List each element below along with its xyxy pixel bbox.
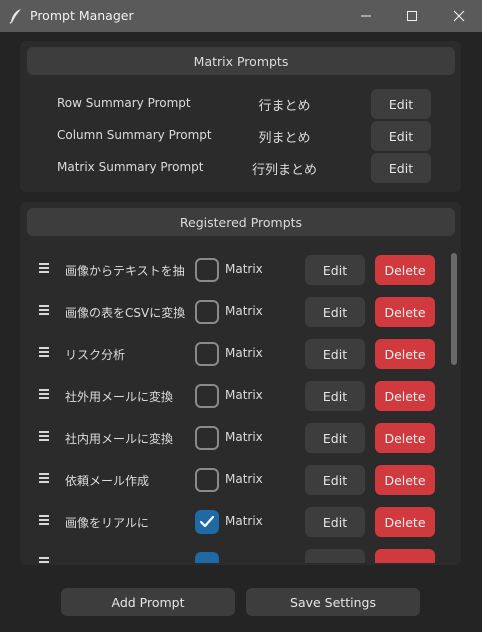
registered-prompts-header: Registered Prompts [27, 208, 455, 236]
drag-handle-icon[interactable] [39, 471, 51, 489]
add-prompt-button[interactable]: Add Prompt [61, 588, 235, 616]
delete-button[interactable]: Delete [375, 255, 435, 285]
minimize-button[interactable] [343, 0, 389, 32]
matrix-checkbox-label[interactable]: Matrix [225, 472, 263, 486]
list-item: 依頼メール作成 Matrix Edit Delete [20, 465, 461, 495]
matrix-checkbox[interactable] [195, 258, 219, 282]
delete-button[interactable]: Delete [375, 507, 435, 537]
matrix-prompts-header: Matrix Prompts [27, 47, 455, 75]
matrix-checkbox-label[interactable]: Matrix [225, 388, 263, 402]
drag-handle-icon[interactable] [39, 387, 51, 405]
matrix-summary-label: Matrix Summary Prompt [57, 160, 204, 174]
edit-button[interactable]: Edit [305, 507, 365, 537]
delete-button[interactable]: Delete [375, 297, 435, 327]
drag-handle-icon[interactable] [39, 555, 51, 563]
matrix-checkbox[interactable] [195, 300, 219, 324]
prompt-name: 画像からテキストを抽 [65, 264, 185, 278]
row-summary-edit-button[interactable]: Edit [371, 89, 431, 119]
prompt-name: 画像をリアルに [65, 516, 149, 530]
drag-handle-icon[interactable] [39, 345, 51, 363]
list-scrollbar[interactable] [451, 253, 457, 365]
matrix-prompts-panel: Matrix Prompts Row Summary Prompt 行まとめ E… [20, 41, 461, 192]
close-button[interactable] [436, 0, 482, 32]
title-bar: Prompt Manager [0, 0, 482, 32]
column-summary-edit-button[interactable]: Edit [371, 121, 431, 151]
matrix-checkbox[interactable] [195, 510, 219, 534]
matrix-row-row-summary: Row Summary Prompt 行まとめ Edit [20, 89, 461, 119]
matrix-summary-value: 行列まとめ [251, 163, 317, 178]
registered-prompts-panel: Registered Prompts 画像からテキストを抽 Matrix Edi… [20, 202, 461, 565]
prompt-name: リスク分析 [65, 348, 126, 362]
matrix-checkbox[interactable] [195, 426, 219, 450]
checkmark-icon [199, 515, 215, 528]
delete-button[interactable]: Delete [375, 465, 435, 495]
column-summary-value: 列まとめ [258, 131, 311, 146]
list-item: リスク分析 Matrix Edit Delete [20, 339, 461, 369]
edit-button[interactable]: Edit [305, 339, 365, 369]
list-item: 社内用メールに変換 Matrix Edit Delete [20, 423, 461, 453]
delete-button[interactable]: Delete [375, 339, 435, 369]
matrix-row-column-summary: Column Summary Prompt 列まとめ Edit [20, 121, 461, 151]
matrix-checkbox-label[interactable]: Matrix [225, 346, 263, 360]
window-title: Prompt Manager [30, 8, 134, 23]
delete-button[interactable] [375, 549, 435, 563]
maximize-icon [407, 11, 417, 21]
prompt-name: 依頼メール作成 [65, 474, 150, 488]
feather-quill-icon [9, 8, 23, 24]
list-item [20, 549, 461, 563]
close-icon [453, 10, 465, 22]
edit-button[interactable]: Edit [305, 465, 365, 495]
edit-button[interactable]: Edit [305, 423, 365, 453]
prompt-name: 社外用メールに変換 [65, 390, 174, 404]
list-item: 画像の表をCSVに変換 Matrix Edit Delete [20, 297, 461, 327]
minimize-icon [361, 15, 371, 17]
matrix-checkbox-label[interactable]: Matrix [225, 514, 263, 528]
matrix-checkbox-label[interactable]: Matrix [225, 430, 263, 444]
matrix-checkbox[interactable] [195, 384, 219, 408]
delete-button[interactable]: Delete [375, 381, 435, 411]
maximize-button[interactable] [389, 0, 435, 32]
prompt-list: 画像からテキストを抽 Matrix Edit Delete 画像の表をCSVに変… [20, 246, 461, 563]
delete-button[interactable]: Delete [375, 423, 435, 453]
matrix-checkbox-label[interactable]: Matrix [225, 304, 263, 318]
list-item: 画像をリアルに Matrix Edit Delete [20, 507, 461, 537]
drag-handle-icon[interactable] [39, 429, 51, 447]
edit-button[interactable]: Edit [305, 255, 365, 285]
matrix-checkbox[interactable] [195, 342, 219, 366]
edit-button[interactable]: Edit [305, 297, 365, 327]
edit-button[interactable] [305, 549, 365, 563]
row-summary-label: Row Summary Prompt [57, 96, 191, 110]
drag-handle-icon[interactable] [39, 513, 51, 531]
matrix-checkbox-label[interactable]: Matrix [225, 262, 263, 276]
prompt-name: 社内用メールに変換 [65, 432, 174, 446]
matrix-row-matrix-summary: Matrix Summary Prompt 行列まとめ Edit [20, 153, 461, 183]
drag-handle-icon[interactable] [39, 303, 51, 321]
list-item: 社外用メールに変換 Matrix Edit Delete [20, 381, 461, 411]
matrix-summary-edit-button[interactable]: Edit [371, 153, 431, 183]
edit-button[interactable]: Edit [305, 381, 365, 411]
prompt-name: 画像の表をCSVに変換 [65, 306, 185, 320]
save-settings-button[interactable]: Save Settings [246, 588, 420, 616]
list-item: 画像からテキストを抽 Matrix Edit Delete [20, 255, 461, 285]
matrix-checkbox[interactable] [195, 552, 219, 563]
row-summary-value: 行まとめ [258, 99, 311, 114]
drag-handle-icon[interactable] [39, 261, 51, 279]
matrix-checkbox[interactable] [195, 468, 219, 492]
column-summary-label: Column Summary Prompt [57, 128, 212, 142]
